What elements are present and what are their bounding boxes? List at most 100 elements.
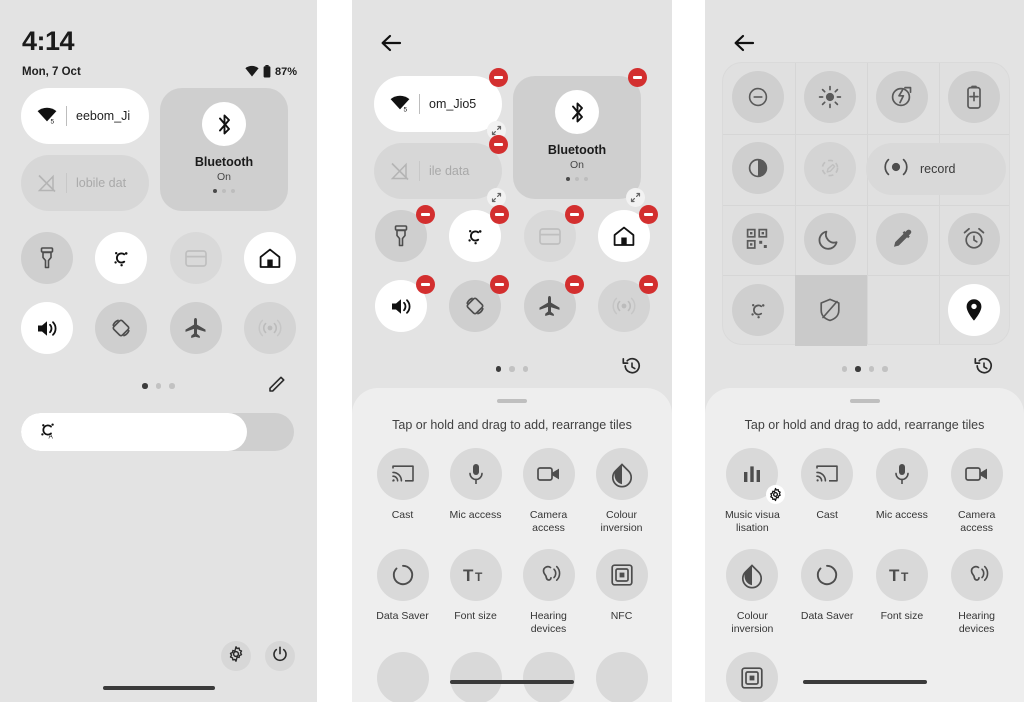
add-tile-music-visualisation[interactable]: Music visua lisation [715,447,790,535]
wifi-icon: 5 [37,107,57,125]
tile-wallet[interactable] [169,232,222,284]
add-tile-partial[interactable] [512,652,585,702]
tile-sound[interactable] [21,302,74,354]
add-tile-nfc[interactable]: NFC [585,548,658,636]
remove-tile-badge[interactable] [564,205,584,224]
add-tile-camera-access[interactable]: Camera access [939,447,1014,535]
add-tile-data-saver[interactable]: Data Saver [366,548,439,636]
tile-colour-picker[interactable] [876,212,928,265]
tile-alarm[interactable] [948,212,1000,265]
wifi-tile-label: eebom_Ji [76,109,131,123]
remove-tile-badge[interactable] [490,205,510,224]
drawer-grabber[interactable] [497,399,527,403]
wifi-tile[interactable]: 5 om_Jio5 [374,76,502,132]
remove-tile-badge[interactable] [564,275,584,294]
add-tile-nfc[interactable] [715,652,790,702]
tile-cell [794,204,866,275]
remove-tile-badge[interactable] [416,205,436,224]
available-tiles-grid-overflow [352,652,672,702]
settings-button[interactable] [221,641,251,671]
tile-airplane-mode[interactable] [523,275,584,332]
remove-tile-badge[interactable] [490,275,510,294]
mobile-data-tile[interactable]: ile data [374,143,502,199]
tile-home[interactable] [597,205,658,262]
tile-celsius[interactable] [449,205,510,262]
add-tile-colour-inversion[interactable]: Colour inversion [715,548,790,636]
wifi-tile[interactable]: 5 eebom_Ji [21,88,149,144]
tile-qr-scanner[interactable] [732,212,784,265]
tile-hotspot[interactable] [597,275,658,332]
add-tile-hearing-devices[interactable]: Hearing devices [939,548,1014,636]
battery-icon [263,65,271,78]
remove-tile-badge[interactable] [489,135,508,154]
remove-tile-badge[interactable] [638,275,658,294]
add-tile-cast[interactable]: Cast [366,447,439,535]
bluetooth-tile-dots [213,189,235,193]
tile-auto-rotate[interactable] [449,275,510,332]
tile-sound[interactable] [375,275,436,332]
add-tile-data-saver[interactable]: Data Saver [790,548,865,636]
gear-icon [228,645,244,667]
remove-tile-badge[interactable] [628,68,647,87]
tile-cell [938,62,1010,133]
colour-inversion-icon [726,548,779,601]
tile-flashlight[interactable] [375,205,436,262]
add-tile-mic-access[interactable]: Mic access [439,447,512,535]
restore-history-icon[interactable] [622,357,642,382]
camera-icon [522,447,575,500]
add-tile-camera-access[interactable]: Camera access [512,447,585,535]
svg-text:T: T [463,566,474,585]
nfc-icon [726,652,779,702]
tile-location[interactable] [948,283,1000,336]
tile-battery-saver[interactable] [948,71,1000,124]
tile-auto-rotate[interactable] [95,302,148,354]
tile-battery-share[interactable] [876,71,928,124]
mobile-data-off-icon [37,174,57,193]
tile-bedtime[interactable] [804,212,856,265]
bluetooth-tile[interactable]: Bluetooth On [513,76,641,199]
power-button[interactable] [265,641,295,671]
add-tile-label: Font size [880,609,924,622]
brightness-slider[interactable]: A [21,413,294,451]
back-arrow-icon[interactable] [380,33,406,59]
add-tile-colour-inversion[interactable]: Colour inversion [585,447,658,535]
add-tile-font-size[interactable]: TT Font size [865,548,940,636]
tile-dark-theme[interactable] [732,142,784,195]
tile-divider [66,106,67,126]
tile-wallet[interactable] [523,205,584,262]
drawer-grabber[interactable] [849,399,880,403]
restore-history-icon[interactable] [974,357,994,382]
add-tile-label: Hearing devices [958,609,996,635]
mobile-data-tile[interactable]: lobile dat [21,155,149,211]
tile-flashlight[interactable] [21,232,74,284]
tile-adaptive-brightness[interactable] [732,283,784,336]
remove-tile-badge[interactable] [416,275,436,294]
bluetooth-tile[interactable]: Bluetooth On [160,88,288,211]
add-tile-hearing-devices[interactable]: Hearing devices [512,548,585,636]
tile-do-not-disturb[interactable] [732,71,784,124]
resize-tile-badge[interactable] [487,188,506,207]
tile-brightness[interactable] [804,71,856,124]
remove-tile-badge[interactable] [638,205,658,224]
back-arrow-icon[interactable] [733,33,759,59]
resize-tile-badge[interactable] [626,188,645,207]
tile-home[interactable] [243,232,296,284]
tile-location-scan[interactable] [804,142,856,195]
add-tile-cast[interactable]: Cast [790,447,865,535]
tile-cell [84,232,158,284]
tile-hotspot[interactable] [243,302,296,354]
add-tile-font-size[interactable]: TT Font size [439,548,512,636]
tile-airplane-mode[interactable] [169,302,222,354]
connectivity-tiles-edit: 5 om_Jio5 ile data Bluetooth On [374,68,647,207]
tile-privacy-shield[interactable] [804,284,856,336]
tile-screen-record[interactable]: record [866,143,1006,195]
pencil-icon[interactable] [268,374,287,398]
add-tile-partial[interactable] [366,652,439,702]
screenshot-stage: 4:14 Mon, 7 Oct 87% 5 eebom_Ji lobile da… [0,0,1024,702]
tile-celsius[interactable] [95,232,148,284]
add-tile-partial[interactable] [439,652,512,702]
add-tile-partial[interactable] [585,652,658,702]
gear-icon[interactable] [766,484,786,504]
remove-tile-badge[interactable] [489,68,508,87]
add-tile-mic-access[interactable]: Mic access [865,447,940,535]
